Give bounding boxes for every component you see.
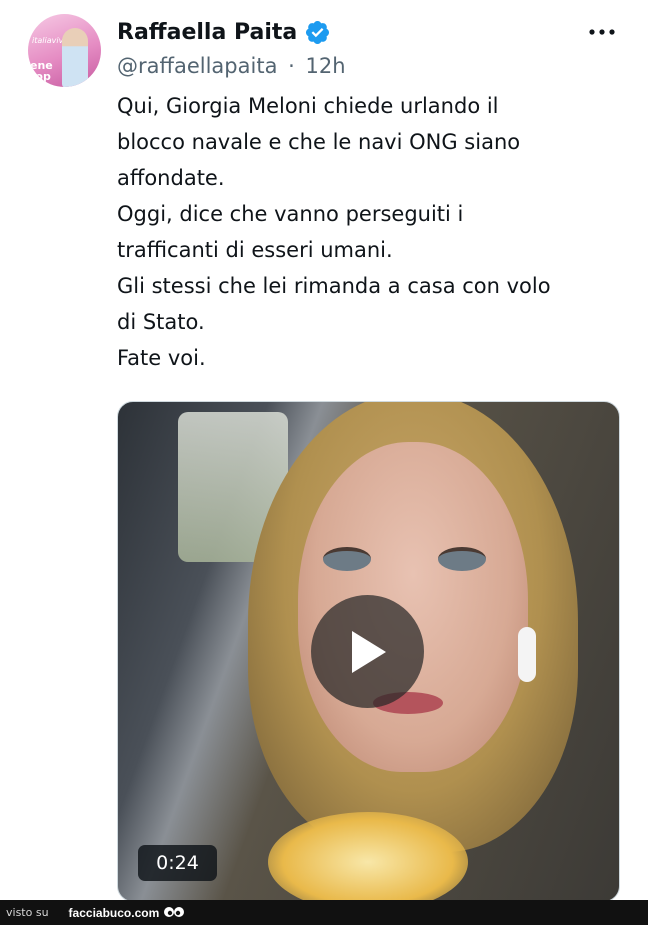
- tweet-line: blocco navale e che le navi ONG siano: [117, 130, 521, 154]
- tweet-line: Oggi, dice che vanno perseguiti i: [117, 202, 464, 226]
- author-name[interactable]: Raffaella Paita: [117, 20, 297, 45]
- verified-badge-icon: [306, 20, 330, 44]
- tweet-line: Qui, Giorgia Meloni chiede urlando il: [117, 94, 499, 118]
- author-handle-row: @raffaellapaita · 12h: [117, 54, 346, 78]
- tweet-line: di Stato.: [117, 310, 205, 334]
- watermark-bar: visto su facciabuco.com: [0, 900, 648, 925]
- tweet-time[interactable]: 12h: [306, 54, 346, 78]
- video-person-eye-left: [323, 547, 371, 571]
- avatar-figure: [62, 28, 88, 87]
- author-handle[interactable]: @raffaellapaita: [117, 54, 277, 78]
- author-name-row: Raffaella Paita: [117, 15, 331, 49]
- video-player[interactable]: 0:24: [117, 401, 620, 902]
- more-options-icon[interactable]: [585, 22, 619, 42]
- video-duration: 0:24: [138, 845, 217, 881]
- tweet-text: Qui, Giorgia Meloni chiede urlando il bl…: [117, 88, 622, 376]
- video-person-eye-right: [438, 547, 486, 571]
- tweet-line: affondate.: [117, 166, 225, 190]
- mascot-eyes-icon: [164, 906, 185, 917]
- tweet-line: Gli stessi che lei rimanda a casa con vo…: [117, 274, 551, 298]
- tweet-line: trafficanti di esseri umani.: [117, 238, 393, 262]
- watermark-prefix: visto su: [6, 906, 49, 919]
- author-avatar[interactable]: italiaviva ene rop: [28, 14, 101, 87]
- tweet-line: Fate voi.: [117, 346, 206, 370]
- video-earbud: [518, 627, 536, 682]
- play-icon: [351, 630, 386, 673]
- watermark-site[interactable]: facciabuco.com: [69, 906, 160, 920]
- video-foreground-blur: [268, 812, 468, 901]
- separator-dot: ·: [288, 54, 295, 78]
- play-button[interactable]: [311, 595, 424, 708]
- avatar-text: ene rop: [30, 59, 53, 83]
